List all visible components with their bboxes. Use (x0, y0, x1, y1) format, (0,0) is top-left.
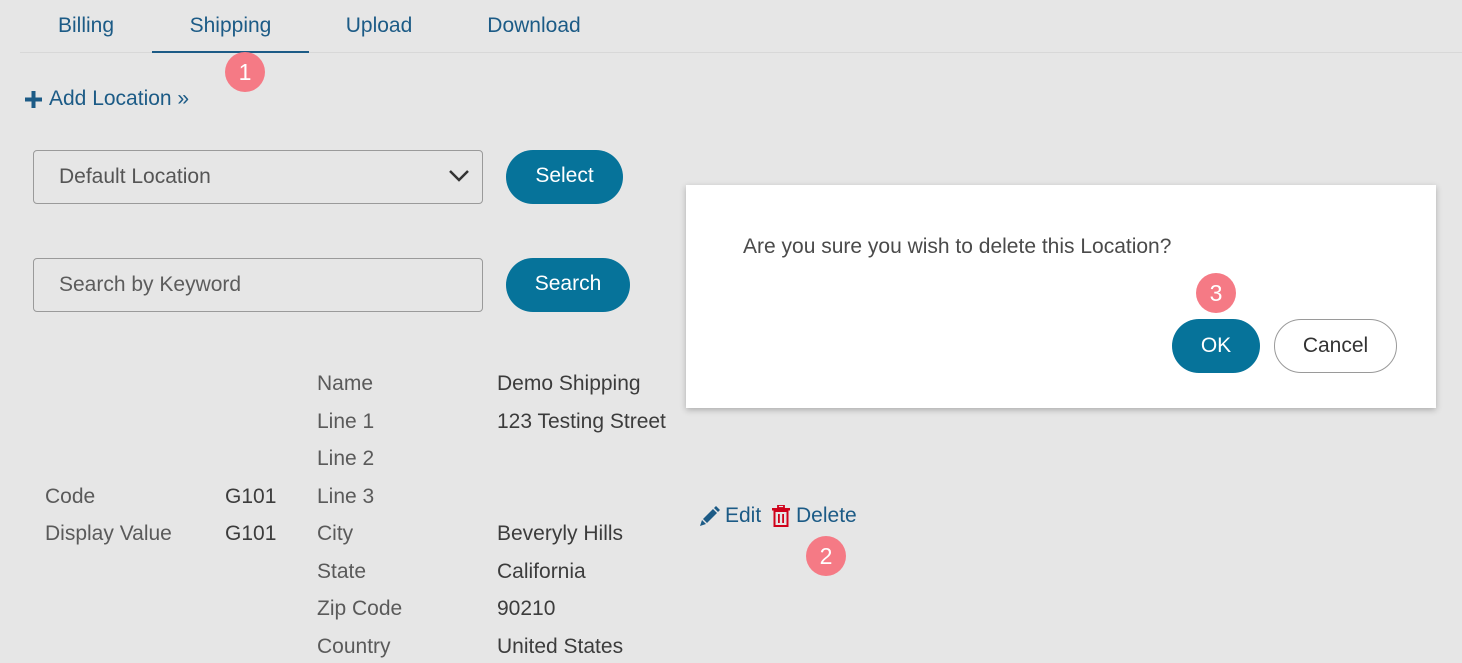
address-label-country: Country (317, 635, 391, 658)
address-label-state: State (317, 560, 367, 583)
tab-upload[interactable]: Upload (319, 0, 439, 53)
tab-billing[interactable]: Billing (30, 0, 142, 53)
search-input[interactable]: Search by Keyword (33, 258, 483, 312)
address-value-country: United States (497, 635, 624, 658)
location-select[interactable]: Default Location (33, 150, 483, 204)
address-label-line3: Line 3 (317, 485, 375, 508)
pencil-icon (700, 505, 720, 526)
cancel-button[interactable]: Cancel (1274, 319, 1397, 373)
add-location-label: Add Location » (49, 87, 190, 110)
plus-icon (25, 90, 42, 108)
address-value-city: Beveryly Hills (497, 522, 624, 545)
step-badge-2: 2 (806, 536, 846, 576)
code-label: Code (45, 485, 96, 508)
tab-download[interactable]: Download (460, 0, 608, 53)
delete-link[interactable]: Delete (771, 501, 857, 531)
chevron-down-icon (449, 170, 469, 182)
search-button[interactable]: Search (506, 258, 630, 312)
address-label-city: City (317, 522, 354, 545)
display-value-label: Display Value (45, 522, 172, 545)
delete-label: Delete (796, 504, 857, 527)
edit-link[interactable]: Edit (699, 501, 761, 531)
trash-icon (772, 505, 790, 527)
edit-label: Edit (725, 504, 762, 527)
code-value: G101 (225, 485, 277, 508)
dialog-message: Are you sure you wish to delete this Loc… (743, 235, 1172, 258)
confirm-delete-dialog: Are you sure you wish to delete this Loc… (686, 185, 1436, 408)
select-button[interactable]: Select (506, 150, 623, 204)
tab-shipping[interactable]: Shipping (152, 0, 309, 53)
display-value: G101 (225, 522, 277, 545)
address-value-zip: 90210 (497, 597, 556, 620)
address-value-state: California (497, 560, 586, 583)
address-label-line1: Line 1 (317, 410, 375, 433)
tab-bar: Billing Shipping Upload Download (20, 0, 1462, 53)
ok-button[interactable]: OK (1172, 319, 1260, 373)
address-value-name: Demo Shipping (497, 372, 641, 395)
address-label-zip: Zip Code (317, 597, 403, 620)
address-label-line2: Line 2 (317, 447, 375, 470)
address-label-name: Name (317, 372, 374, 395)
step-badge-3: 3 (1196, 273, 1236, 313)
add-location-link[interactable]: Add Location » (24, 84, 189, 114)
location-select-value: Default Location (59, 165, 211, 188)
step-badge-1: 1 (225, 52, 265, 92)
address-value-line1: 123 Testing Street (497, 410, 666, 433)
